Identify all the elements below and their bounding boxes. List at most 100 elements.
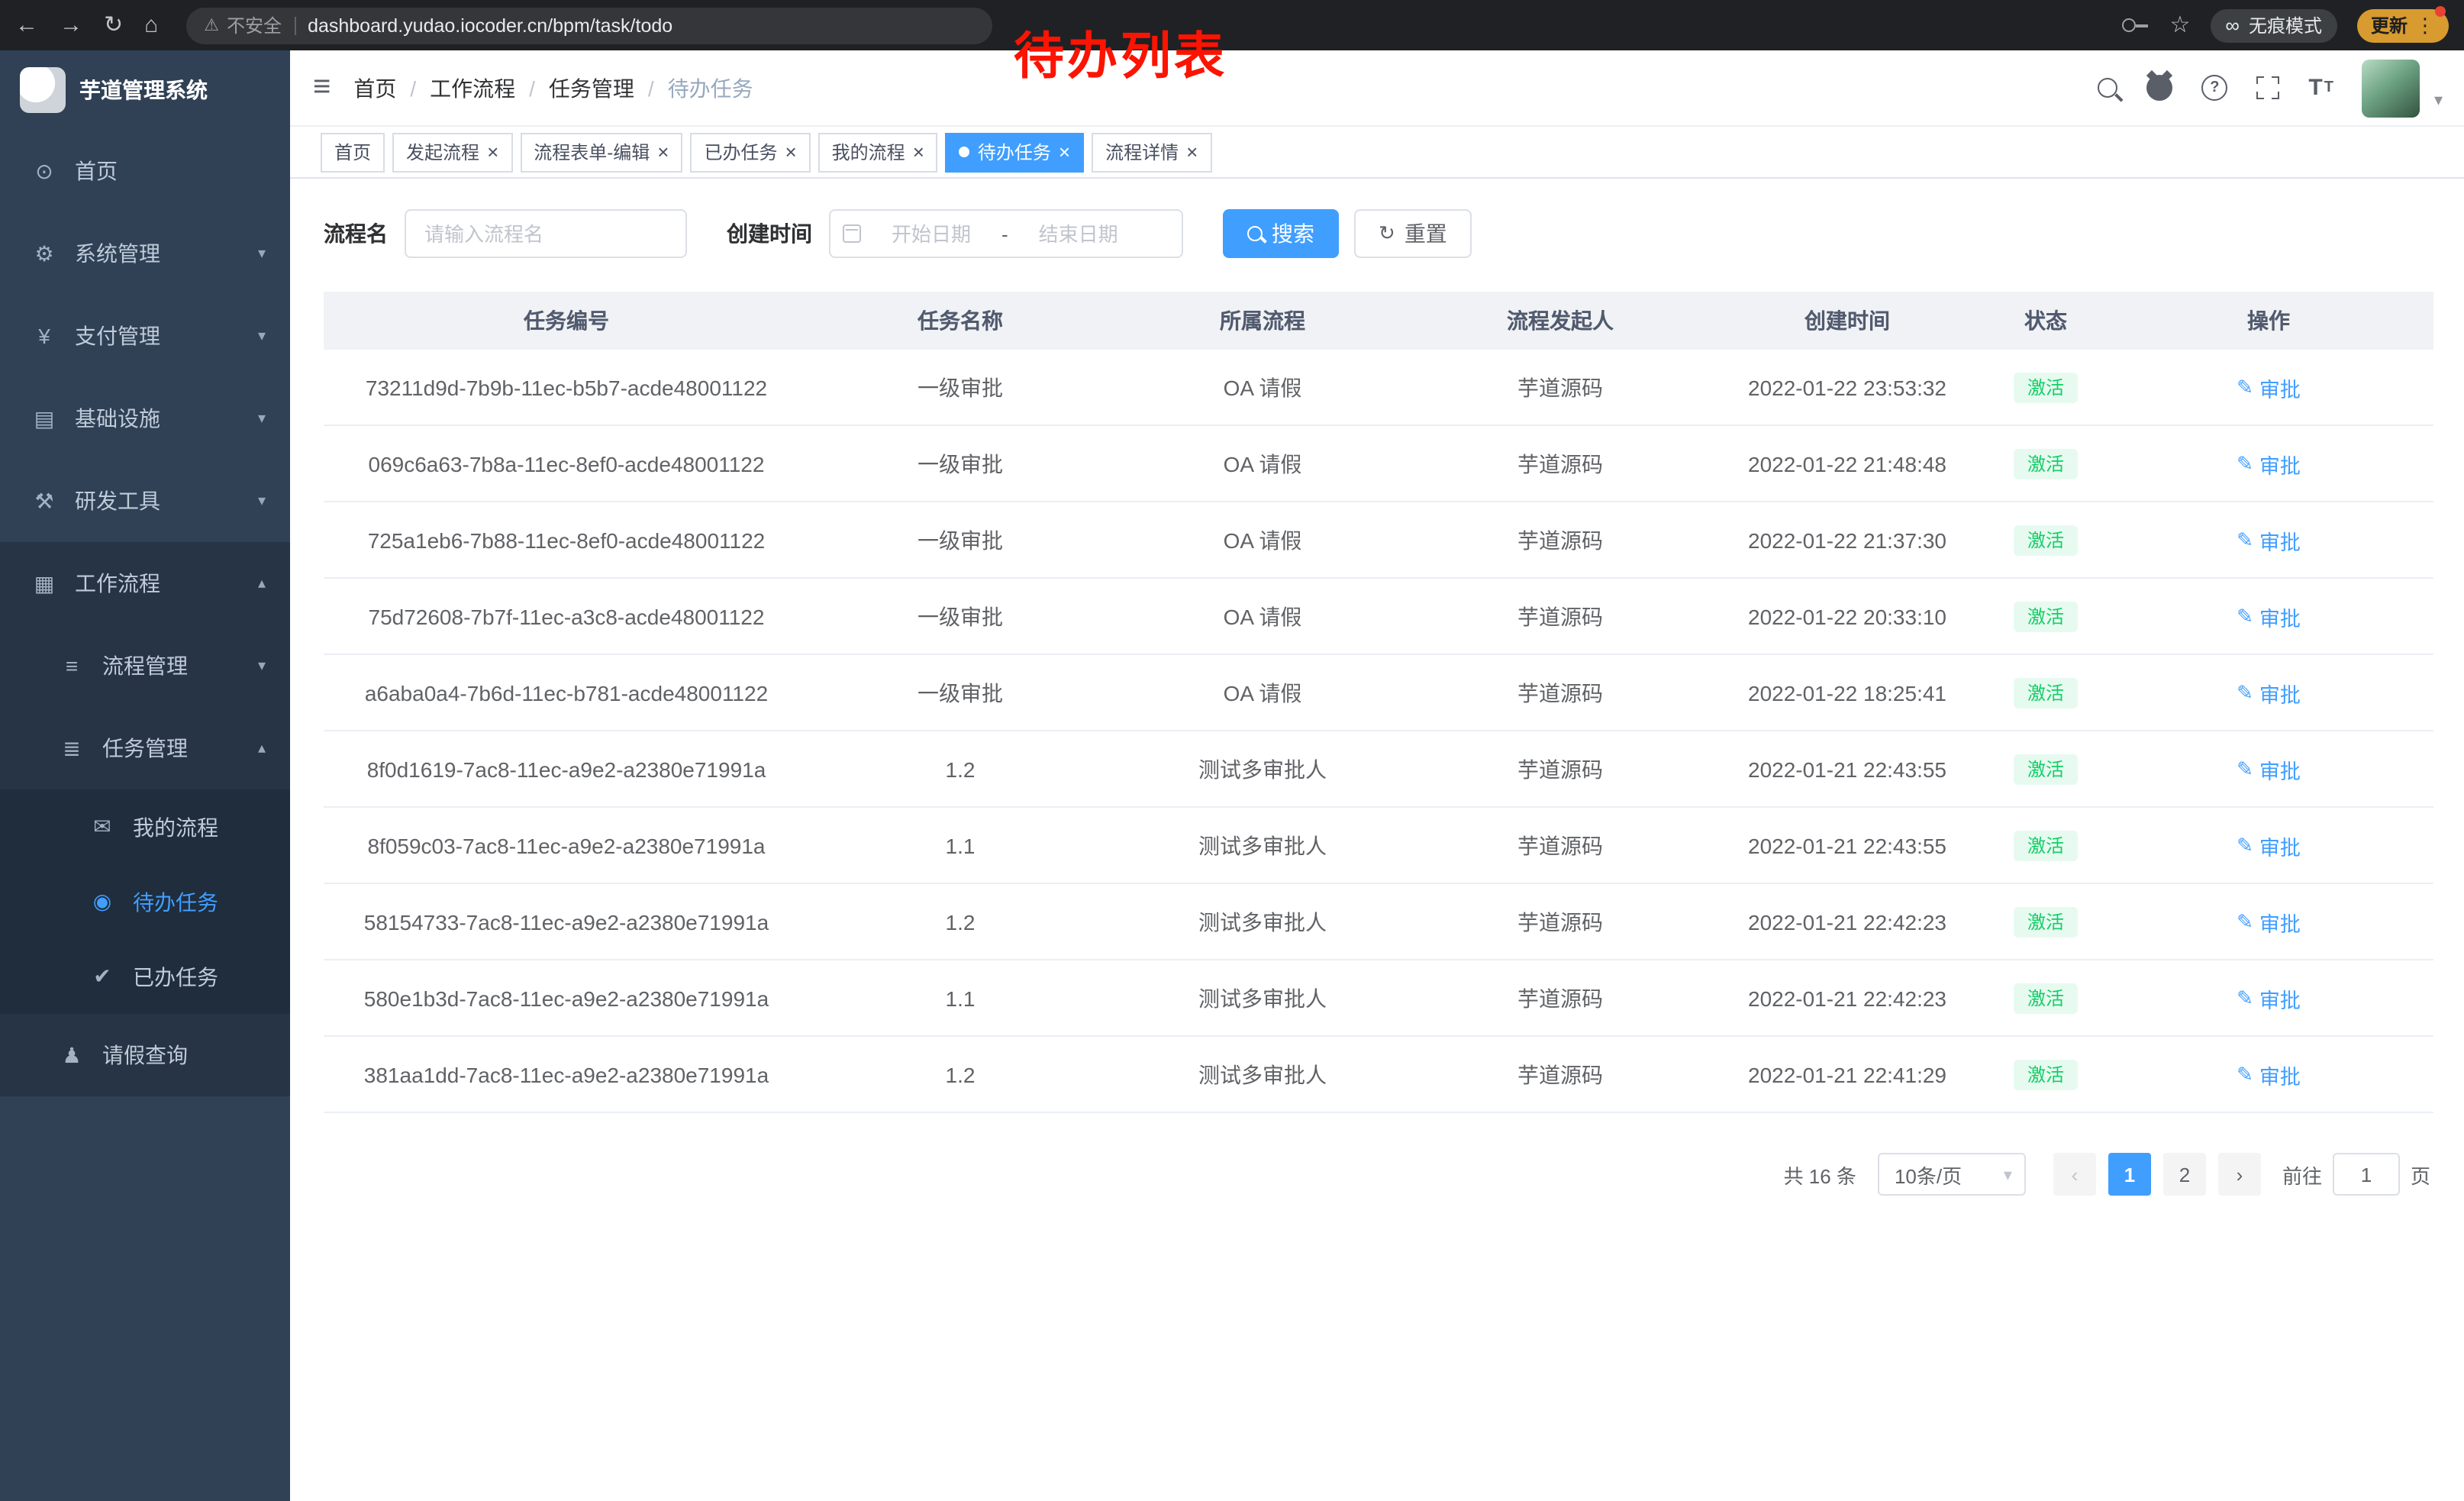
- starter-cell: 芋道源码: [1414, 807, 1707, 883]
- tab-my-processes[interactable]: 我的流程 ×: [818, 132, 938, 172]
- tab-process-detail[interactable]: 流程详情 ×: [1092, 132, 1211, 172]
- sidebar-item-workflow[interactable]: ▦ 工作流程 ▴: [0, 542, 290, 625]
- tab-start-process[interactable]: 发起流程 ×: [392, 132, 512, 172]
- status-badge: 激活: [2014, 372, 2078, 402]
- url-bar[interactable]: ⚠ 不安全 dashboard.yudao.iocoder.cn/bpm/tas…: [185, 7, 992, 44]
- process-name-input[interactable]: [405, 209, 687, 258]
- approve-link[interactable]: ✎审批: [2237, 830, 2301, 860]
- action-cell: ✎审批: [2104, 502, 2433, 578]
- fullscreen-glyph: [2256, 76, 2279, 99]
- approve-link[interactable]: ✎审批: [2237, 754, 2301, 784]
- breadcrumb-current: 待办任务: [668, 73, 753, 103]
- tab-todo-tasks[interactable]: 待办任务 ×: [946, 132, 1084, 172]
- sidebar-item-system[interactable]: ⚙ 系统管理 ▾: [0, 212, 290, 295]
- approve-link[interactable]: ✎审批: [2237, 677, 2301, 708]
- bookmark-star-icon[interactable]: ☆: [2169, 14, 2190, 37]
- reset-button[interactable]: ↻ 重置: [1354, 209, 1472, 258]
- chevron-down-icon: ▾: [258, 657, 266, 674]
- created-cell: 2022-01-21 22:42:23: [1707, 883, 1988, 960]
- app-logo-row[interactable]: 芋道管理系统: [0, 50, 290, 130]
- browser-menu-icon[interactable]: ⋮: [2415, 13, 2435, 37]
- tab-close-icon[interactable]: ×: [657, 142, 669, 162]
- sidebar-item-label: 支付管理: [75, 321, 160, 351]
- tab-close-icon[interactable]: ×: [1059, 142, 1070, 162]
- approve-link[interactable]: ✎审批: [2237, 983, 2301, 1013]
- approve-link[interactable]: ✎审批: [2237, 601, 2301, 631]
- created-cell: 2022-01-22 23:53:32: [1707, 350, 1988, 425]
- approve-link[interactable]: ✎审批: [2237, 525, 2301, 555]
- forward-icon[interactable]: →: [60, 14, 82, 37]
- tab-close-icon[interactable]: ×: [913, 142, 924, 162]
- sidebar-item-my-processes[interactable]: ✉ 我的流程: [0, 789, 290, 864]
- goto-suffix: 页: [2411, 1160, 2430, 1189]
- search-button[interactable]: 搜索: [1223, 209, 1339, 258]
- page-1-button[interactable]: 1: [2108, 1153, 2151, 1196]
- breadcrumb-task-management[interactable]: 任务管理: [549, 73, 634, 103]
- approve-label: 审批: [2259, 830, 2301, 860]
- pagination-total: 共 16 条: [1784, 1160, 1856, 1189]
- starter-cell: 芋道源码: [1414, 731, 1707, 807]
- breadcrumb-home[interactable]: 首页: [353, 73, 396, 103]
- approve-link[interactable]: ✎审批: [2237, 1059, 2301, 1089]
- tab-label: 我的流程: [832, 139, 905, 165]
- help-icon[interactable]: ?: [2201, 75, 2227, 101]
- approve-link[interactable]: ✎审批: [2237, 906, 2301, 937]
- font-size-icon[interactable]: TT: [2308, 75, 2333, 101]
- page-size-select[interactable]: 10条/页 ▾: [1878, 1153, 2026, 1196]
- sidebar-item-task-management[interactable]: ≣ 任务管理 ▴: [0, 707, 290, 789]
- tab-close-icon[interactable]: ×: [487, 142, 498, 162]
- sidebar-item-todo-tasks[interactable]: ◉ 待办任务: [0, 864, 290, 939]
- eye-icon: ◉: [89, 889, 116, 915]
- breadcrumb-workflow[interactable]: 工作流程: [430, 73, 515, 103]
- user-avatar[interactable]: [2362, 59, 2420, 117]
- url-text: dashboard.yudao.iocoder.cn/bpm/task/todo: [308, 15, 672, 36]
- approve-link[interactable]: ✎审批: [2237, 372, 2301, 402]
- table-row: 8f0d1619-7ac8-11ec-a9e2-a2380e71991a 1.2…: [324, 731, 2433, 807]
- breadcrumb-separator: /: [529, 76, 535, 100]
- key-icon[interactable]: [2122, 15, 2150, 35]
- sidebar-item-label: 待办任务: [133, 886, 218, 917]
- sidebar-item-infrastructure[interactable]: ▤ 基础设施 ▾: [0, 377, 290, 460]
- navbar-actions: ? TT ▾: [2098, 59, 2464, 117]
- github-icon[interactable]: [2146, 75, 2172, 101]
- created-cell: 2022-01-21 22:43:55: [1707, 731, 1988, 807]
- search-icon[interactable]: [2098, 78, 2117, 98]
- page-2-button[interactable]: 2: [2163, 1153, 2206, 1196]
- prev-page-button[interactable]: ‹: [2053, 1153, 2096, 1196]
- tab-process-form-edit[interactable]: 流程表单-编辑 ×: [520, 132, 682, 172]
- tab-done-tasks[interactable]: 已办任务 ×: [690, 132, 810, 172]
- sidebar-item-process-management[interactable]: ≡ 流程管理 ▾: [0, 625, 290, 707]
- update-button[interactable]: 更新 ⋮: [2357, 8, 2449, 42]
- tab-close-icon[interactable]: ×: [1186, 142, 1198, 162]
- tab-label: 待办任务: [978, 139, 1051, 165]
- sidebar-item-home[interactable]: ⊙ 首页: [0, 130, 290, 212]
- column-header-starter: 流程发起人: [1414, 292, 1707, 350]
- sidebar-item-devtools[interactable]: ⚒ 研发工具 ▾: [0, 460, 290, 542]
- date-range-picker[interactable]: -: [829, 209, 1183, 258]
- action-cell: ✎审批: [2104, 425, 2433, 502]
- action-cell: ✎审批: [2104, 350, 2433, 425]
- home-icon[interactable]: ⌂: [144, 14, 158, 37]
- sidebar-item-done-tasks[interactable]: ✔ 已办任务: [0, 939, 290, 1014]
- tab-close-icon[interactable]: ×: [785, 142, 796, 162]
- sidebar-item-label: 系统管理: [75, 238, 160, 269]
- avatar-caret-icon[interactable]: ▾: [2434, 90, 2443, 110]
- end-date-input[interactable]: [1014, 222, 1143, 245]
- sidebar-item-label: 任务管理: [102, 733, 188, 763]
- start-date-input[interactable]: [867, 222, 995, 245]
- tab-home[interactable]: 首页: [321, 132, 385, 172]
- reload-icon[interactable]: ↻: [104, 14, 123, 37]
- next-page-button[interactable]: ›: [2218, 1153, 2261, 1196]
- process-cell: OA 请假: [1111, 502, 1414, 578]
- sidebar-item-payment[interactable]: ¥ 支付管理 ▾: [0, 295, 290, 377]
- back-icon[interactable]: ←: [15, 14, 38, 37]
- process-cell: OA 请假: [1111, 425, 1414, 502]
- goto-page-input[interactable]: [2333, 1153, 2400, 1196]
- sidebar-item-leave-query[interactable]: ♟ 请假查询: [0, 1014, 290, 1096]
- approve-link[interactable]: ✎审批: [2237, 448, 2301, 479]
- created-cell: 2022-01-22 21:48:48: [1707, 425, 1988, 502]
- fullscreen-icon[interactable]: [2256, 76, 2279, 99]
- tab-label: 流程详情: [1105, 139, 1179, 165]
- sidebar-toggle-icon[interactable]: ≡: [290, 70, 353, 105]
- app-title: 芋道管理系统: [79, 75, 208, 105]
